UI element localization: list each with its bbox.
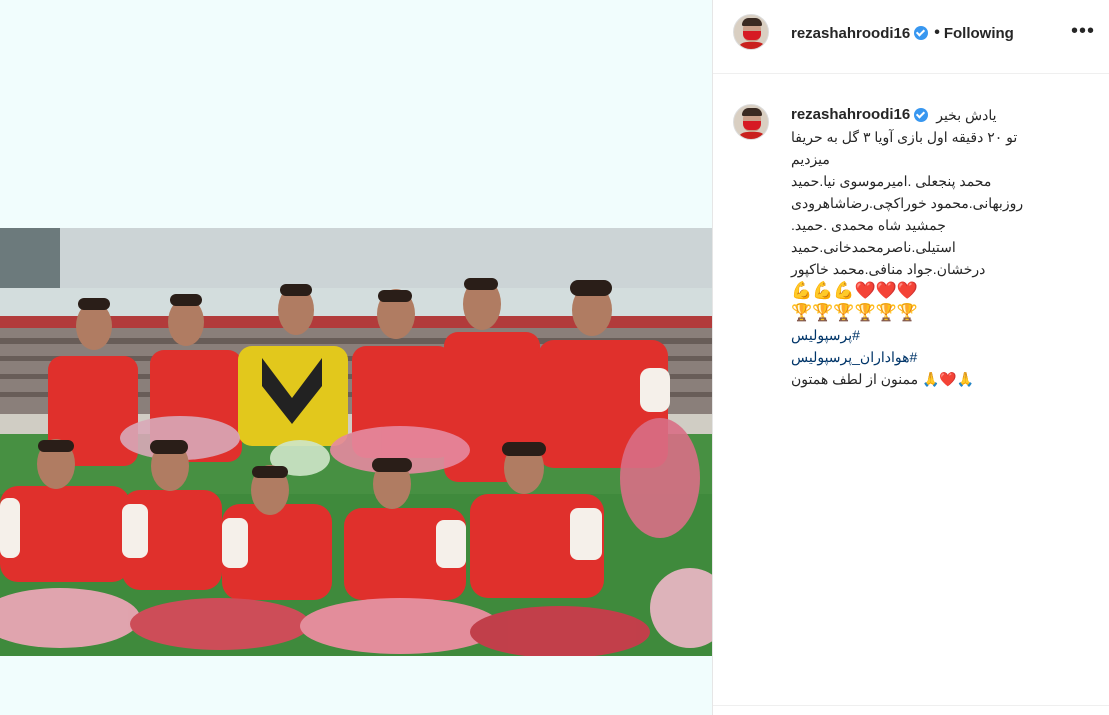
avatar[interactable] [733, 14, 769, 50]
caption-first-line: rezashahroodi16 یادش بخیر [791, 104, 1097, 126]
caption-text-line: جمشید شاه محمدی .حمید. [791, 217, 946, 233]
post-side-panel: rezashahroodi16 • Following ••• rezashah… [713, 0, 1109, 715]
header-user-row: rezashahroodi16 • Following [791, 24, 1014, 42]
hashtag-link[interactable]: #پرسپولیس [791, 324, 1097, 346]
caption-username[interactable]: rezashahroodi16 [791, 104, 910, 126]
bottom-divider [713, 705, 1109, 706]
caption-text-line: تو ۲۰ دقیقه اول بازی آویا ۳ گل به حریفا [791, 129, 1018, 145]
team-photo-image [0, 228, 712, 656]
caption-avatar[interactable] [733, 104, 769, 140]
post-media-pane [0, 0, 712, 715]
team-photo[interactable] [0, 228, 712, 656]
separator-dot: • [934, 24, 940, 41]
caption-closing-line: 🙏❤️🙏 ممنون از لطف همتون [791, 371, 975, 387]
caption-text-line: میزدیم [791, 151, 830, 167]
header-username[interactable]: rezashahroodi16 [791, 25, 910, 42]
caption-emoji-trophies: 🏆🏆🏆🏆🏆🏆 [791, 303, 919, 322]
caption-text-line: روزبهانی.محمود خوراکچی.رضاشاهرودی [791, 195, 1024, 211]
post-header: rezashahroodi16 • Following ••• [713, 0, 1109, 74]
caption-emoji-hearts: 💪💪💪❤️❤️❤️ [791, 281, 919, 300]
caption-verified-badge-icon [914, 108, 929, 122]
verified-badge-icon [914, 26, 929, 40]
more-options-icon[interactable]: ••• [1071, 20, 1095, 43]
caption-text-line: استیلی.ناصرمحمدخانی.حمید [791, 239, 956, 255]
caption-text-line: محمد پنجعلی .امیرموسوی نیا.حمید [791, 173, 992, 189]
hashtag-link[interactable]: #هواداران_پرسپولیس [791, 346, 1097, 368]
caption-text-line: درخشان.جواد منافی.محمد خاکپور [791, 261, 986, 277]
following-button[interactable]: Following [944, 25, 1014, 42]
post-caption: rezashahroodi16 یادش بخیر تو ۲۰ دقیقه او… [791, 104, 1097, 390]
caption-text-line: یادش بخیر [936, 107, 997, 123]
